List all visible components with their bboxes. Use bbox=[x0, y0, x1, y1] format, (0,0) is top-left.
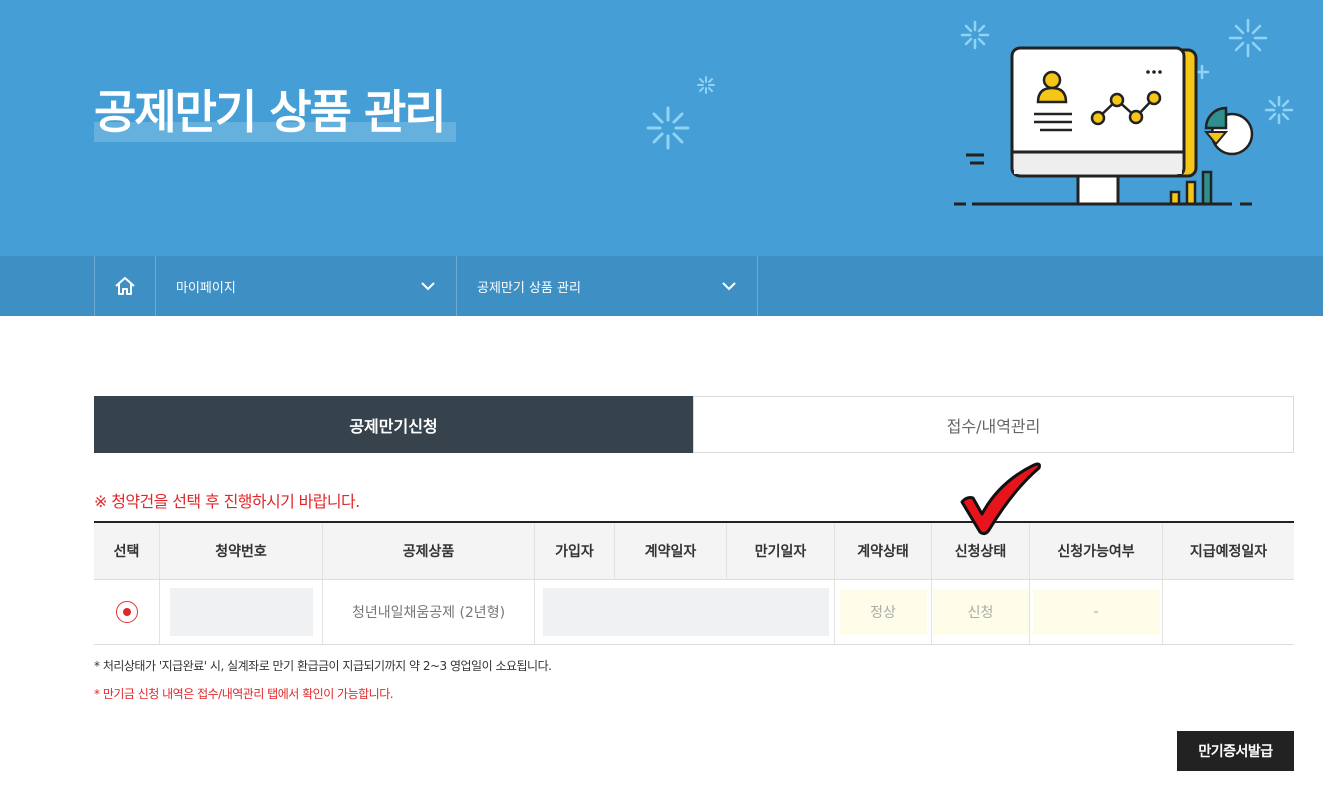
contract-no-cell bbox=[160, 580, 323, 644]
contract-status-cell: 정상 bbox=[835, 580, 932, 644]
apply-status-cell: 신청 bbox=[932, 580, 1030, 644]
column-header: 청약번호 bbox=[160, 523, 323, 579]
breadcrumb-mypage-dropdown[interactable]: 마이페이지 bbox=[156, 256, 457, 316]
sparkle-icon bbox=[646, 106, 690, 150]
monitor-chart-illustration bbox=[954, 18, 1294, 206]
selection-notice: ※ 청약건을 선택 후 진행하시기 바랍니다. bbox=[94, 492, 360, 511]
payment-date-cell bbox=[1163, 580, 1294, 644]
home-button[interactable] bbox=[94, 256, 156, 316]
chevron-down-icon bbox=[421, 282, 435, 291]
tab-maturity-apply[interactable]: 공제만기신청 bbox=[94, 396, 693, 453]
table-row[interactable]: 청년내일채움공제 (2년형) 정상 신청 - bbox=[94, 580, 1294, 645]
row-select-radio[interactable] bbox=[115, 601, 138, 623]
contract-no-value bbox=[169, 588, 313, 636]
processing-note: * 처리상태가 '지급완료' 시, 실계좌로 만기 환급금이 지급되기까지 약 … bbox=[94, 659, 552, 673]
personal-info-masked bbox=[543, 588, 829, 636]
column-header: 선택 bbox=[94, 523, 160, 579]
breadcrumb-label: 마이페이지 bbox=[176, 280, 236, 296]
eligible-cell: - bbox=[1030, 580, 1163, 644]
history-note: * 만기금 신청 내역은 접수/내역관리 탭에서 확인이 가능합니다. bbox=[94, 687, 394, 701]
breadcrumb-label: 공제만기 상품 관리 bbox=[477, 280, 581, 296]
column-header: 가입자 bbox=[535, 523, 615, 579]
contract-status-value: 정상 bbox=[839, 589, 927, 635]
checkmark-icon bbox=[960, 462, 1041, 536]
tab-history-manage[interactable]: 접수/내역관리 bbox=[693, 396, 1294, 453]
eligible-value: - bbox=[1032, 589, 1160, 635]
home-icon bbox=[115, 277, 135, 295]
column-header: 신청가능여부 bbox=[1030, 523, 1163, 579]
chevron-down-icon bbox=[722, 282, 736, 291]
breadcrumb-product-dropdown[interactable]: 공제만기 상품 관리 bbox=[457, 256, 758, 316]
column-header: 계약일자 bbox=[615, 523, 727, 579]
product-cell: 청년내일채움공제 (2년형) bbox=[323, 580, 535, 644]
contract-table: 선택 청약번호 공제상품 가입자 계약일자 만기일자 계약상태 신청상태 신청가… bbox=[94, 521, 1294, 645]
column-header: 공제상품 bbox=[323, 523, 535, 579]
page-title: 공제만기 상품 관리 bbox=[94, 85, 447, 139]
apply-status-value: 신청 bbox=[932, 589, 1029, 635]
location-bar: 마이페이지 공제만기 상품 관리 bbox=[0, 256, 1323, 316]
column-header: 계약상태 bbox=[835, 523, 932, 579]
table-header-row: 선택 청약번호 공제상품 가입자 계약일자 만기일자 계약상태 신청상태 신청가… bbox=[94, 523, 1294, 580]
issue-certificate-button[interactable]: 만기증서발급 bbox=[1177, 731, 1294, 771]
column-header: 만기일자 bbox=[727, 523, 835, 579]
select-cell bbox=[94, 580, 160, 644]
sparkle-icon bbox=[697, 76, 715, 94]
tab-bar: 공제만기신청 접수/내역관리 bbox=[94, 396, 1294, 453]
column-header: 지급예정일자 bbox=[1189, 544, 1268, 560]
hero-banner: 공제만기 상품 관리 bbox=[0, 0, 1323, 256]
